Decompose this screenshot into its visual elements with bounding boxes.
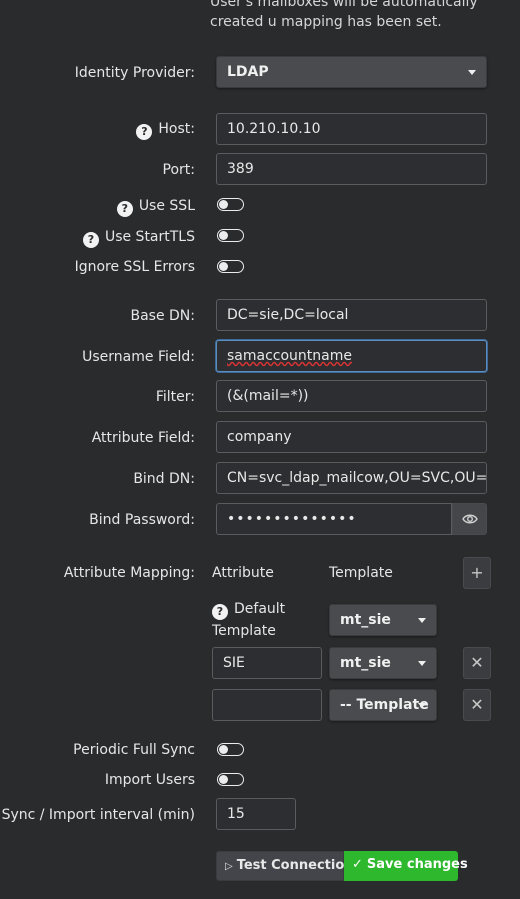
chevron-down-icon <box>468 70 476 75</box>
attribute-column-header: Attribute <box>212 565 274 581</box>
base-dn-label: Base DN: <box>130 308 195 324</box>
remove-mapping-button[interactable]: ✕ <box>463 689 491 721</box>
add-mapping-button[interactable]: + <box>463 557 491 589</box>
bind-dn-label: Bind DN: <box>133 471 195 487</box>
attribute-field-label: Attribute Field: <box>91 430 195 446</box>
use-starttls-toggle[interactable] <box>217 229 244 242</box>
username-field-value: samaccountname <box>227 348 352 364</box>
attribute-field-input[interactable]: company <box>216 421 487 453</box>
mapping-attribute-input[interactable]: SIE <box>212 647 322 679</box>
filter-input[interactable]: (&(mail=*)) <box>216 380 487 412</box>
username-field-input[interactable]: samaccountname <box>216 340 487 372</box>
default-label-line2: Template <box>212 623 276 639</box>
remove-mapping-button[interactable]: ✕ <box>463 647 491 679</box>
play-icon: ▷ <box>225 861 233 872</box>
use-starttls-label: ? Use StartTLS <box>82 229 195 248</box>
use-ssl-label-text: Use SSL <box>138 198 195 214</box>
identity-provider-value: LDAP <box>227 64 269 80</box>
mapping-attribute-input[interactable] <box>212 689 322 721</box>
host-label-text: Host: <box>158 121 195 137</box>
periodic-full-sync-label: Periodic Full Sync <box>73 742 195 758</box>
question-icon[interactable]: ? <box>136 124 153 140</box>
test-connection-label: Test Connection <box>236 858 354 873</box>
mapping-template-select[interactable]: mt_sie <box>329 647 437 679</box>
question-icon[interactable]: ? <box>82 232 99 248</box>
default-template-value: mt_sie <box>340 612 391 628</box>
mapping-template-value: mt_sie <box>340 655 391 671</box>
check-icon: ✓ <box>352 857 363 872</box>
bind-password-label: Bind Password: <box>89 512 195 528</box>
attribute-mapping-label: Attribute Mapping: <box>63 565 195 581</box>
template-column-header: Template <box>329 565 393 581</box>
sync-interval-input[interactable]: 15 <box>216 798 296 830</box>
use-ssl-toggle[interactable] <box>217 198 244 211</box>
chevron-down-icon <box>418 661 426 666</box>
ignore-ssl-errors-label: Ignore SSL Errors <box>74 259 195 275</box>
port-label: Port: <box>162 162 195 178</box>
filter-label: Filter: <box>155 389 195 405</box>
host-input[interactable]: 10.210.10.10 <box>216 113 487 145</box>
question-icon[interactable]: ? <box>212 604 228 620</box>
import-users-toggle[interactable] <box>217 773 244 786</box>
periodic-full-sync-toggle[interactable] <box>217 743 244 756</box>
use-ssl-label: ? Use SSL <box>116 198 195 217</box>
import-users-label: Import Users <box>104 772 195 788</box>
base-dn-input[interactable]: DC=sie,DC=local <box>216 299 487 331</box>
mapping-template-value: -- Template <box>340 697 429 713</box>
use-starttls-label-text: Use StartTLS <box>104 229 195 245</box>
port-input[interactable]: 389 <box>216 153 487 185</box>
mapping-template-select[interactable]: -- Template <box>329 689 437 721</box>
eye-icon <box>461 514 478 524</box>
bind-password-input[interactable]: •••••••••••••• <box>216 503 452 535</box>
username-field-label: Username Field: <box>82 349 195 365</box>
test-connection-button[interactable]: ▷ Test Connection <box>216 851 354 881</box>
save-changes-label: Save changes <box>366 857 468 872</box>
chevron-down-icon <box>418 618 426 623</box>
identity-provider-label: Identity Provider: <box>74 65 195 81</box>
show-password-button[interactable] <box>452 503 487 535</box>
save-changes-button[interactable]: ✓ Save changes <box>344 851 468 881</box>
default-template-label: ? Default Template <box>212 598 285 642</box>
identity-provider-select[interactable]: LDAP <box>216 56 487 88</box>
question-icon[interactable]: ? <box>116 201 133 217</box>
ignore-ssl-errors-toggle[interactable] <box>217 260 244 273</box>
info-text: User's mailboxes will be automatically c… <box>210 0 478 30</box>
sync-interval-label: Sync / Import interval (min) <box>1 807 195 823</box>
host-label: ? Host: <box>136 121 195 140</box>
default-template-select[interactable]: mt_sie <box>329 604 437 636</box>
default-label-line1: Default <box>234 601 286 617</box>
chevron-down-icon <box>418 703 426 708</box>
bind-dn-input[interactable]: CN=svc_ldap_mailcow,OU=SVC,OU=Sta <box>216 462 487 494</box>
